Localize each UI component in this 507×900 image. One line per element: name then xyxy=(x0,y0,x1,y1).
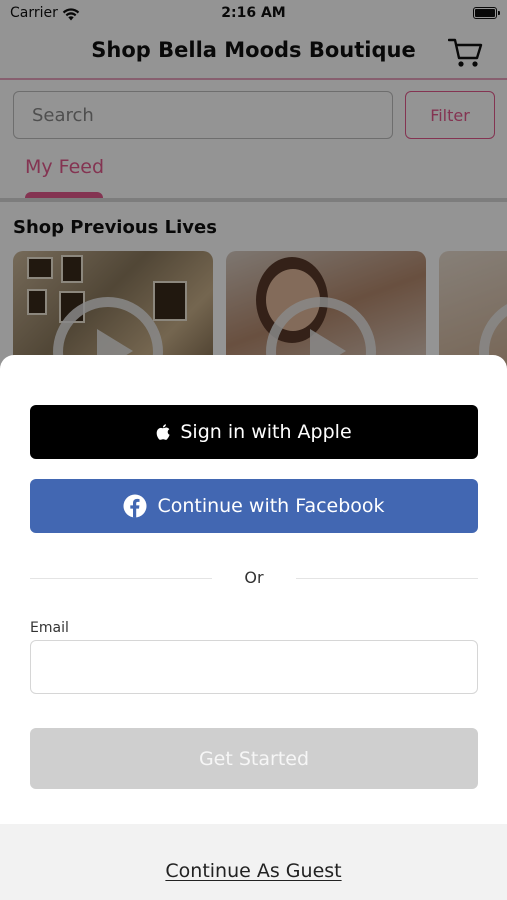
facebook-icon xyxy=(123,494,147,518)
get-started-button[interactable]: Get Started xyxy=(30,728,478,789)
login-sheet: Sign in with Apple Continue with Faceboo… xyxy=(0,355,507,900)
sign-in-apple-label: Sign in with Apple xyxy=(180,421,352,443)
sign-in-apple-button[interactable]: Sign in with Apple xyxy=(30,405,478,459)
email-field[interactable] xyxy=(30,640,478,694)
continue-facebook-label: Continue with Facebook xyxy=(157,495,385,517)
email-label: Email xyxy=(30,620,69,636)
continue-facebook-button[interactable]: Continue with Facebook xyxy=(30,479,478,533)
apple-icon xyxy=(156,423,170,441)
or-divider: Or xyxy=(30,567,478,589)
guest-footer: Continue As Guest xyxy=(0,824,507,900)
continue-as-guest-link[interactable]: Continue As Guest xyxy=(0,860,507,882)
